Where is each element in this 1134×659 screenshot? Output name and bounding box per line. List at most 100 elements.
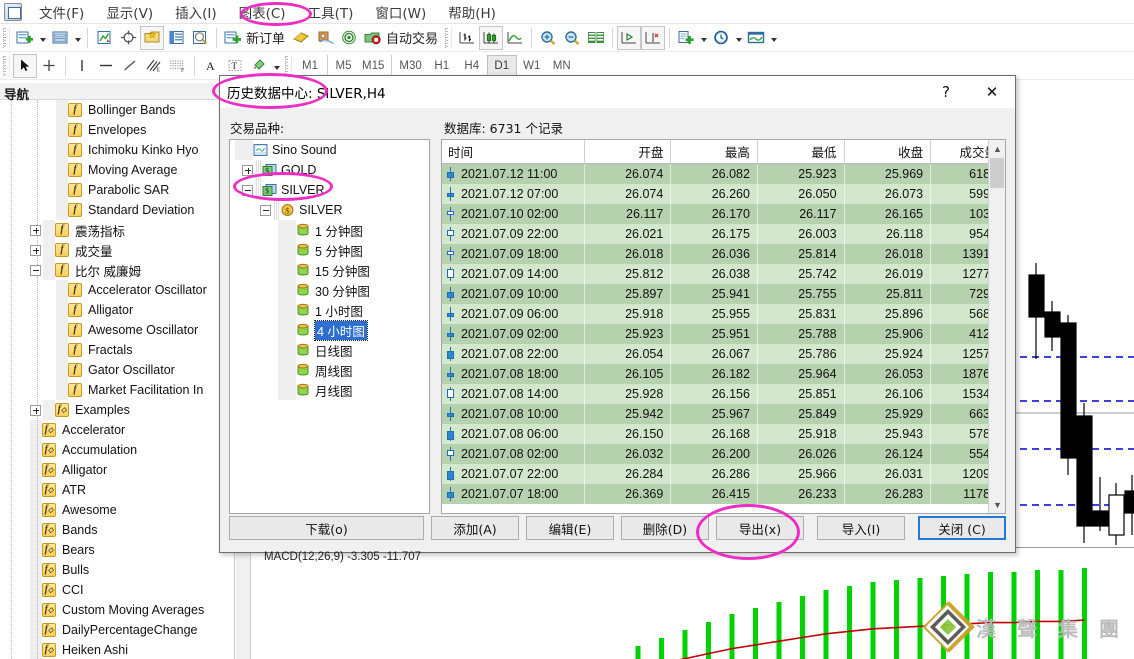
grid-icon[interactable] [584, 26, 608, 50]
table-row[interactable]: 2021.07.08 02:00 26.032 26.200 26.026 26.124… [442, 444, 1005, 464]
toolbar-grip[interactable] [3, 55, 10, 76]
timeframe-w1[interactable]: W1 [517, 55, 547, 76]
toolbar-grip[interactable] [285, 55, 292, 76]
navigator-item[interactable]: f ◇ CCI [6, 580, 234, 600]
navigator-item[interactable]: f ◇ Examples [6, 400, 234, 420]
navigator-item[interactable]: f Market Facilitation In [6, 380, 234, 400]
menu-item-tools[interactable]: 工具(T) [297, 0, 365, 25]
profiles-icon[interactable] [92, 26, 116, 50]
navigator-item[interactable]: f ◇ Accumulation [6, 440, 234, 460]
crosshair-icon[interactable] [116, 26, 140, 50]
symbol-tree-item[interactable]: $ SILVER [230, 200, 429, 220]
history-table[interactable]: 时间 开盘 最高 最低 收盘 成交量 2021.07.12 11:00 26.074 26.0… [441, 139, 1006, 514]
new-order-icon[interactable] [221, 26, 245, 50]
symbol-tree-item[interactable]: Sino Sound [230, 140, 429, 160]
tile-windows-dropdown-icon[interactable] [72, 26, 83, 50]
menu-item-help[interactable]: 帮助(H) [437, 0, 507, 25]
table-vertical-scrollbar[interactable]: ▲ ▼ [988, 140, 1005, 513]
menu-item-file[interactable]: 文件(F) [28, 0, 95, 25]
navigator-item[interactable]: f ◇ ATR [6, 480, 234, 500]
symbol-tree-item[interactable]: $ GOLD [230, 160, 429, 180]
new-chart-dropdown-icon[interactable] [37, 26, 48, 50]
navigator-item[interactable]: f Standard Deviation [6, 200, 234, 220]
help-icon[interactable]: ? [923, 76, 969, 108]
symbol-tree-item[interactable]: 日线图 [230, 340, 429, 360]
table-row[interactable]: 2021.07.07 18:00 26.369 26.415 26.233 26.283… [442, 484, 1005, 504]
toolbar-grip[interactable] [3, 27, 10, 48]
templates-icon[interactable] [674, 26, 698, 50]
period-icon[interactable] [709, 26, 733, 50]
chart-shift-icon[interactable] [617, 25, 642, 50]
table-row[interactable]: 2021.07.09 02:00 25.923 25.951 25.788 25.906… [442, 324, 1005, 344]
table-row[interactable]: 2021.07.08 18:00 26.105 26.182 25.964 26.053… [442, 364, 1005, 384]
market-watch-icon[interactable] [140, 25, 164, 50]
tree-expander-icon[interactable] [260, 204, 271, 216]
indicators-dropdown-icon[interactable] [768, 26, 779, 50]
line-chart-icon[interactable] [503, 26, 527, 50]
new-chart-icon[interactable] [13, 26, 37, 50]
symbol-tree-item[interactable]: 1 分钟图 [230, 220, 429, 240]
text-label-icon[interactable]: T [223, 54, 247, 78]
mql5-community-icon[interactable] [313, 26, 337, 50]
zoom-out-icon[interactable] [560, 26, 584, 50]
tree-expander-icon[interactable] [242, 164, 253, 176]
indicators-icon[interactable] [744, 26, 768, 50]
navigator-item[interactable]: f Fractals [6, 340, 234, 360]
table-row[interactable]: 2021.07.09 10:00 25.897 25.941 25.755 25.811… [442, 284, 1005, 304]
candlestick-chart-icon[interactable] [479, 25, 504, 50]
navigator-item[interactable]: f ◇ Bands [6, 520, 234, 540]
navigator-item[interactable]: f 比尔 威廉姆 [6, 260, 234, 280]
toolbar-grip[interactable] [445, 27, 453, 48]
signals-icon[interactable] [337, 26, 361, 50]
table-column-header[interactable]: 收盘 [845, 140, 932, 163]
vertical-line-icon[interactable] [70, 54, 94, 78]
symbol-tree-item[interactable]: 15 分钟图 [230, 260, 429, 280]
navigator-item[interactable]: f Alligator [6, 300, 234, 320]
symbol-tree-item[interactable]: 月线图 [230, 380, 429, 400]
zoom-in-icon[interactable] [536, 26, 560, 50]
navigator-item[interactable]: f Awesome Oscillator [6, 320, 234, 340]
navigator-item[interactable]: f ◇ Custom Moving Averages [6, 600, 234, 620]
auto-scroll-icon[interactable] [641, 25, 666, 50]
timeframe-m1[interactable]: M1 [295, 55, 325, 76]
macd-vertical-scrollbar[interactable] [236, 549, 251, 659]
menu-item-view[interactable]: 显示(V) [95, 0, 164, 25]
symbol-tree-item[interactable]: 周线图 [230, 360, 429, 380]
scroll-down-arrow[interactable]: ▼ [989, 496, 1005, 513]
crosshair-tool-icon[interactable] [37, 54, 61, 78]
symbol-tree-item[interactable]: 1 小时图 [230, 300, 429, 320]
trendline-icon[interactable] [118, 54, 142, 78]
navigator-icon[interactable] [188, 26, 212, 50]
table-row[interactable]: 2021.07.08 10:00 25.942 25.967 25.849 25.929… [442, 404, 1005, 424]
import-button[interactable]: 导入(I) [817, 516, 905, 540]
table-row[interactable]: 2021.07.09 22:00 26.021 26.175 26.003 26.118… [442, 224, 1005, 244]
autotrade-label[interactable]: 自动交易 [385, 28, 442, 47]
table-column-header[interactable]: 开盘 [585, 140, 672, 163]
new-order-label[interactable]: 新订单 [245, 28, 289, 47]
navigator-item[interactable]: f Bollinger Bands [6, 100, 234, 120]
menu-item-charts[interactable]: 图表(C) [228, 0, 297, 25]
tile-windows-icon[interactable] [48, 26, 72, 50]
menu-item-window[interactable]: 窗口(W) [364, 0, 437, 25]
table-column-header[interactable]: 时间 [442, 140, 585, 163]
navigator-item[interactable]: f ◇ Bulls [6, 560, 234, 580]
table-row[interactable]: 2021.07.08 06:00 26.150 26.168 25.918 25.943… [442, 424, 1005, 444]
export-button[interactable]: 导出(x) [716, 516, 804, 540]
table-row[interactable]: 2021.07.10 02:00 26.117 26.170 26.117 26.165… [442, 204, 1005, 224]
tree-expander-icon[interactable] [30, 224, 41, 236]
expert-advisor-icon[interactable] [289, 26, 313, 50]
timeframe-m5[interactable]: M5 [327, 55, 357, 76]
text-icon[interactable]: A [199, 54, 223, 78]
navigator-item[interactable]: f Moving Average [6, 160, 234, 180]
table-column-header[interactable]: 最低 [758, 140, 845, 163]
tree-expander-icon[interactable] [30, 404, 41, 416]
navigator-item[interactable]: f ◇ Accelerator [6, 420, 234, 440]
cursor-icon[interactable] [13, 53, 37, 78]
navigator-item[interactable]: f Envelopes [6, 120, 234, 140]
download-button[interactable]: 下载(o) [229, 516, 424, 540]
timeframe-m30[interactable]: M30 [391, 55, 426, 76]
table-body[interactable]: 2021.07.12 11:00 26.074 26.082 25.923 25.969… [442, 164, 1005, 504]
navigator-item[interactable]: f 震荡指标 [6, 220, 234, 240]
timeframe-h1[interactable]: H1 [427, 55, 457, 76]
table-row[interactable]: 2021.07.08 14:00 25.928 26.156 25.851 26.106… [442, 384, 1005, 404]
